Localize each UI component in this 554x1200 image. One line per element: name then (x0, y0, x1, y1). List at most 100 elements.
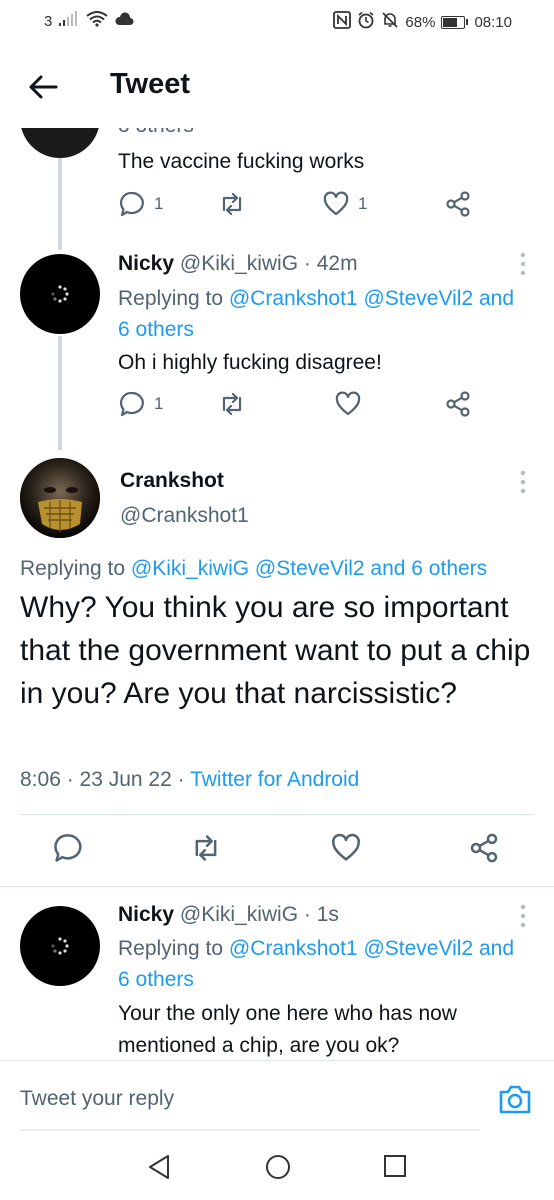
timestamp: 1s (316, 903, 339, 926)
tweet-thread[interactable]: o others The vaccine fucking works 1 1 N… (0, 128, 554, 1060)
signal-icon (58, 11, 80, 31)
separator: · (298, 903, 317, 926)
share-button[interactable] (444, 190, 472, 218)
thread-line (58, 158, 62, 250)
tweet-source-link[interactable]: Twitter for Android (190, 768, 359, 791)
tweet-actions: 1 1 (118, 190, 478, 226)
avatar[interactable] (20, 906, 100, 986)
display-name[interactable]: Crankshot (120, 469, 224, 493)
home-nav-button[interactable] (265, 1154, 291, 1185)
input-underline (20, 1129, 480, 1131)
main-tweet-actions (0, 832, 554, 872)
reply-input[interactable]: Tweet your reply (20, 1087, 174, 1111)
mention-link[interactable]: @Kiki_kiwiG (131, 557, 249, 580)
like-button[interactable]: 1 (322, 190, 367, 218)
wifi-icon (86, 11, 108, 31)
like-button[interactable] (334, 390, 362, 418)
tweet-text: The vaccine fucking works (118, 150, 365, 173)
mention-link[interactable]: @SteveVil2 (363, 937, 473, 960)
tweet-date: 23 Jun 22 (79, 768, 172, 791)
share-button[interactable] (468, 832, 500, 869)
tweet-text: Your the only one here who has now menti… (118, 1002, 457, 1057)
nfc-icon (333, 11, 352, 33)
retweet-icon (195, 835, 217, 861)
retweet-icon (222, 392, 242, 416)
mention-link[interactable]: @SteveVil2 (363, 287, 473, 310)
page-title: Tweet (110, 68, 191, 100)
more-options-icon[interactable] (520, 252, 526, 276)
replying-label: Replying to (118, 287, 229, 310)
username[interactable]: @Crankshot1 (120, 504, 249, 528)
share-icon (446, 191, 470, 217)
alarm-icon (357, 11, 375, 33)
circle-home-icon (266, 1155, 290, 1179)
more-options-icon[interactable] (520, 470, 526, 494)
like-count: 1 (358, 194, 368, 213)
profile-photo (20, 458, 100, 538)
mute-icon (381, 11, 399, 33)
tweet-text: Oh i highly fucking disagree! (118, 351, 382, 374)
back-nav-button[interactable] (147, 1154, 171, 1185)
replying-label: Replying to (20, 557, 131, 580)
clock: 08:10 (474, 13, 512, 31)
tweet-time: 8:06 (20, 768, 61, 791)
back-arrow-icon (29, 75, 58, 99)
mention-link[interactable]: @Crankshot1 (229, 287, 358, 310)
like-button[interactable] (330, 832, 362, 869)
clipped-replying-text: o others (118, 128, 194, 138)
android-nav-bar (0, 1132, 554, 1200)
reply-icon (119, 391, 144, 417)
display-name[interactable]: Nicky (118, 252, 174, 275)
camera-icon (499, 1085, 531, 1114)
camera-button[interactable] (498, 1083, 532, 1115)
divider (0, 886, 554, 887)
username[interactable]: @Kiki_kiwiG (180, 903, 298, 926)
avatar[interactable] (20, 458, 100, 538)
reply-icon (54, 834, 82, 862)
battery-icon (441, 15, 469, 29)
timestamp: 42m (316, 252, 358, 275)
main-tweet-text: Why? You think you are so important that… (20, 591, 531, 710)
divider (20, 814, 534, 815)
back-button[interactable] (26, 70, 60, 104)
square-recents-icon (384, 1155, 406, 1177)
retweet-icon (222, 192, 242, 216)
share-button[interactable] (444, 390, 472, 418)
replying-to: Replying to @Crankshot1 @SteveVil2 and 6… (118, 283, 518, 345)
separator: · (298, 252, 317, 275)
heart-icon (332, 833, 360, 861)
replying-label: Replying to (118, 937, 229, 960)
share-icon (470, 833, 498, 863)
mention-link[interactable]: @Crankshot1 (229, 937, 358, 960)
status-right: 68% 08:10 (333, 11, 512, 33)
avatar[interactable] (20, 128, 100, 158)
status-bar: 3 68% 08:10 (0, 0, 554, 44)
app-header: Tweet (0, 44, 554, 128)
mention-link[interactable]: @SteveVil2 (255, 557, 365, 580)
cloud-icon (114, 12, 134, 30)
tweet-author-line: Nicky @Kiki_kiwiG · 42m (118, 252, 358, 276)
retweet-button[interactable] (190, 832, 222, 869)
triangle-back-icon (149, 1155, 169, 1179)
tweet-actions: 1 (118, 390, 478, 426)
more-options-icon[interactable] (520, 904, 526, 928)
reply-button[interactable]: 1 (118, 390, 163, 418)
retweet-button[interactable] (218, 190, 246, 218)
loading-spinner-icon (51, 285, 69, 303)
recents-nav-button[interactable] (383, 1154, 407, 1183)
sim-number: 3 (44, 12, 53, 30)
reply-button[interactable]: 1 (118, 190, 163, 218)
separator: · (171, 768, 191, 791)
avatar[interactable] (20, 254, 100, 334)
reply-icon (119, 191, 144, 217)
reply-count: 1 (154, 394, 164, 413)
reply-button[interactable] (52, 832, 84, 869)
reply-composer[interactable]: Tweet your reply (0, 1060, 554, 1132)
mention-others-link[interactable]: and 6 others (370, 557, 487, 580)
battery-percent: 68% (405, 13, 436, 31)
replying-to: Replying to @Kiki_kiwiG @SteveVil2 and 6… (20, 557, 487, 581)
retweet-button[interactable] (218, 390, 246, 418)
username[interactable]: @Kiki_kiwiG (180, 252, 298, 275)
display-name[interactable]: Nicky (118, 903, 174, 926)
heart-icon (323, 191, 349, 216)
